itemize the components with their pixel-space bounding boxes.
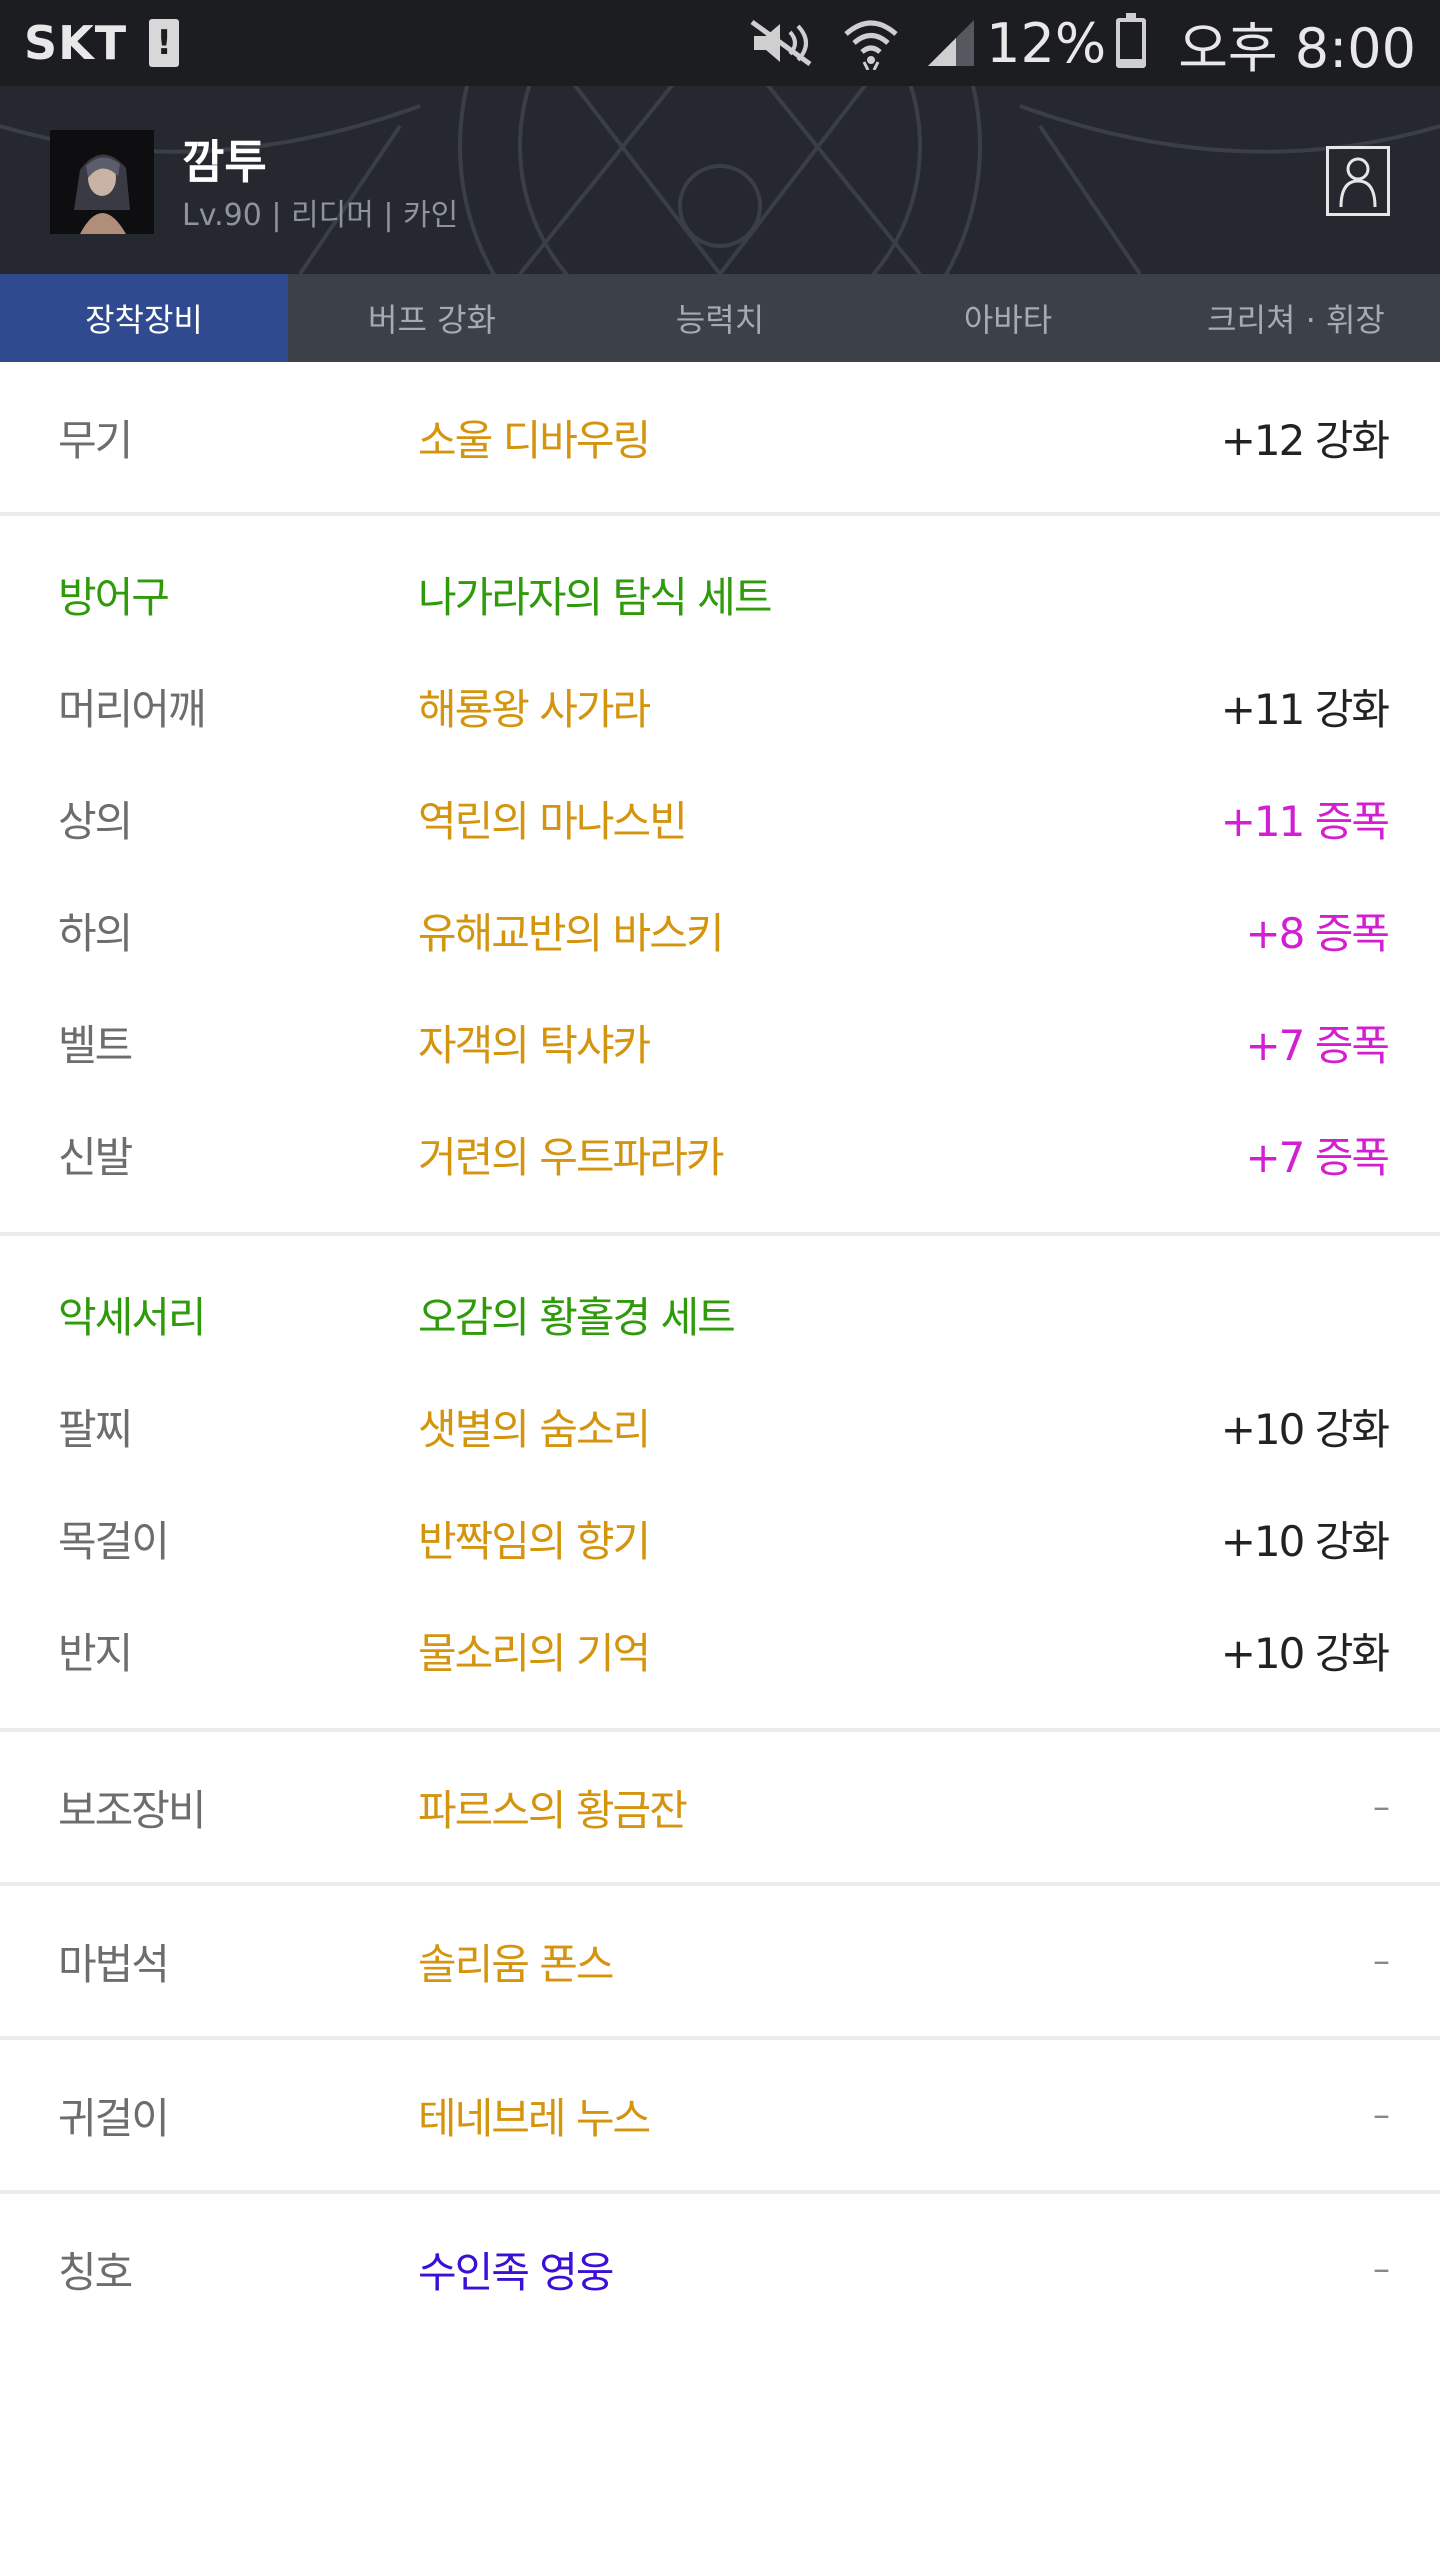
alert-icon: ! — [149, 19, 180, 67]
clock: 오후 8:00 — [1178, 16, 1416, 80]
equipment-row[interactable]: 팔찌 샛별의 숨소리 +10 강화 — [0, 1370, 1440, 1482]
item-name: 유해교반의 바스키 — [418, 908, 724, 958]
equipment-row[interactable]: 반지 물소리의 기억 +10 강화 — [0, 1594, 1440, 1706]
slot-label: 무기 — [58, 415, 133, 465]
weapon-row[interactable]: 무기 소울 디바우링 +12 강화 — [0, 362, 1440, 512]
profile-header: 깜투 Lv.90 | 리디머 | 카인 — [0, 86, 1440, 274]
equipment-row[interactable]: 하의 유해교반의 바스키 +8 증폭 — [0, 874, 1440, 986]
tab-buff-enhance[interactable]: 버프 강화 — [288, 274, 576, 362]
tab-avatar[interactable]: 아바타 — [864, 274, 1152, 362]
tab-creature-emblem[interactable]: 크리쳐 · 휘장 — [1152, 274, 1440, 362]
item-name: 솔리움 폰스 — [418, 1939, 615, 1989]
slot-label: 머리어깨 — [58, 684, 207, 734]
slot-label: 악세서리 — [58, 1292, 207, 1342]
character-name: 깜투 — [182, 135, 267, 189]
slot-label: 귀걸이 — [58, 2093, 170, 2143]
tab-equipment[interactable]: 장착장비 — [0, 274, 288, 362]
avatar — [50, 130, 154, 234]
mute-icon — [750, 19, 812, 67]
battery-percent: 12% — [986, 11, 1107, 75]
item-upgrade: +12 강화 — [1220, 415, 1390, 465]
item-upgrade: +7 증폭 — [1245, 1132, 1390, 1182]
equipment-row[interactable]: 머리어깨 해룡왕 사가라 +11 강화 — [0, 650, 1440, 762]
item-upgrade: – — [1373, 1941, 1390, 1981]
magic-stone-row[interactable]: 마법석 솔리움 폰스 – — [0, 1886, 1440, 2036]
accessory-set-row[interactable]: 악세서리 오감의 황홀경 세트 — [0, 1258, 1440, 1370]
item-upgrade: +11 증폭 — [1220, 796, 1390, 846]
sub-equipment-row[interactable]: 보조장비 파르스의 황금잔 – — [0, 1732, 1440, 1882]
slot-label: 팔찌 — [58, 1404, 133, 1454]
item-upgrade: +10 강화 — [1220, 1628, 1390, 1678]
item-name: 자객의 탁샤카 — [418, 1020, 651, 1070]
item-upgrade: – — [1373, 2095, 1390, 2135]
equipment-list: 무기 소울 디바우링 +12 강화 방어구 나가라자의 탐식 세트 머리어깨 해… — [0, 362, 1440, 2344]
carrier-label: SKT — [24, 16, 128, 70]
slot-label: 신발 — [58, 1132, 133, 1182]
item-name: 테네브레 누스 — [418, 2093, 651, 2143]
slot-label: 하의 — [58, 908, 133, 958]
item-upgrade: +10 강화 — [1220, 1516, 1390, 1566]
signal-icon — [928, 20, 975, 66]
slot-label: 방어구 — [58, 572, 170, 622]
status-bar: SKT ! 12% 오후 8:00 — [0, 0, 1440, 86]
title-row[interactable]: 칭호 수인족 영웅 – — [0, 2194, 1440, 2344]
item-upgrade: – — [1373, 2249, 1390, 2289]
slot-label: 반지 — [58, 1628, 133, 1678]
item-name: 거련의 우트파라카 — [418, 1132, 724, 1182]
equipment-row[interactable]: 상의 역린의 마나스빈 +11 증폭 — [0, 762, 1440, 874]
character-subtitle: Lv.90 | 리디머 | 카인 — [182, 198, 459, 233]
item-upgrade: +10 강화 — [1220, 1404, 1390, 1454]
battery-fill — [1120, 58, 1143, 64]
armor-set-row[interactable]: 방어구 나가라자의 탐식 세트 — [0, 538, 1440, 650]
item-name: 소울 디바우링 — [418, 415, 651, 465]
item-name: 해룡왕 사가라 — [418, 684, 651, 734]
slot-label: 칭호 — [58, 2247, 133, 2297]
character-portrait-icon — [50, 130, 154, 234]
tab-bar: 장착장비 버프 강화 능력치 아바타 크리쳐 · 휘장 — [0, 274, 1440, 362]
item-name: 물소리의 기억 — [418, 1628, 651, 1678]
slot-label: 보조장비 — [58, 1785, 207, 1835]
slot-label: 마법석 — [58, 1939, 170, 1989]
earring-row[interactable]: 귀걸이 테네브레 누스 – — [0, 2040, 1440, 2190]
item-upgrade: +11 강화 — [1220, 684, 1390, 734]
item-name: 수인족 영웅 — [418, 2247, 615, 2297]
item-name: 샛별의 숨소리 — [418, 1404, 651, 1454]
slot-label: 벨트 — [58, 1020, 133, 1070]
equipment-row[interactable]: 목걸이 반짝임의 향기 +10 강화 — [0, 1482, 1440, 1594]
item-upgrade: +8 증폭 — [1245, 908, 1390, 958]
equipment-row[interactable]: 신발 거련의 우트파라카 +7 증폭 — [0, 1098, 1440, 1210]
person-icon — [1339, 157, 1377, 208]
set-name: 오감의 황홀경 세트 — [418, 1292, 736, 1342]
item-name: 파르스의 황금잔 — [418, 1785, 688, 1835]
profile-button[interactable] — [1326, 146, 1390, 216]
status-icons: 12% 오후 8:00 — [750, 4, 1416, 83]
item-name: 반짝임의 향기 — [418, 1516, 651, 1566]
tab-stats[interactable]: 능력치 — [576, 274, 864, 362]
wifi-icon — [844, 20, 898, 70]
item-upgrade: +7 증폭 — [1245, 1020, 1390, 1070]
equipment-row[interactable]: 벨트 자객의 탁샤카 +7 증폭 — [0, 986, 1440, 1098]
item-name: 역린의 마나스빈 — [418, 796, 688, 846]
set-name: 나가라자의 탐식 세트 — [418, 572, 772, 622]
battery-icon — [1116, 13, 1147, 68]
slot-label: 목걸이 — [58, 1516, 170, 1566]
slot-label: 상의 — [58, 796, 133, 846]
item-upgrade: – — [1373, 1787, 1390, 1827]
